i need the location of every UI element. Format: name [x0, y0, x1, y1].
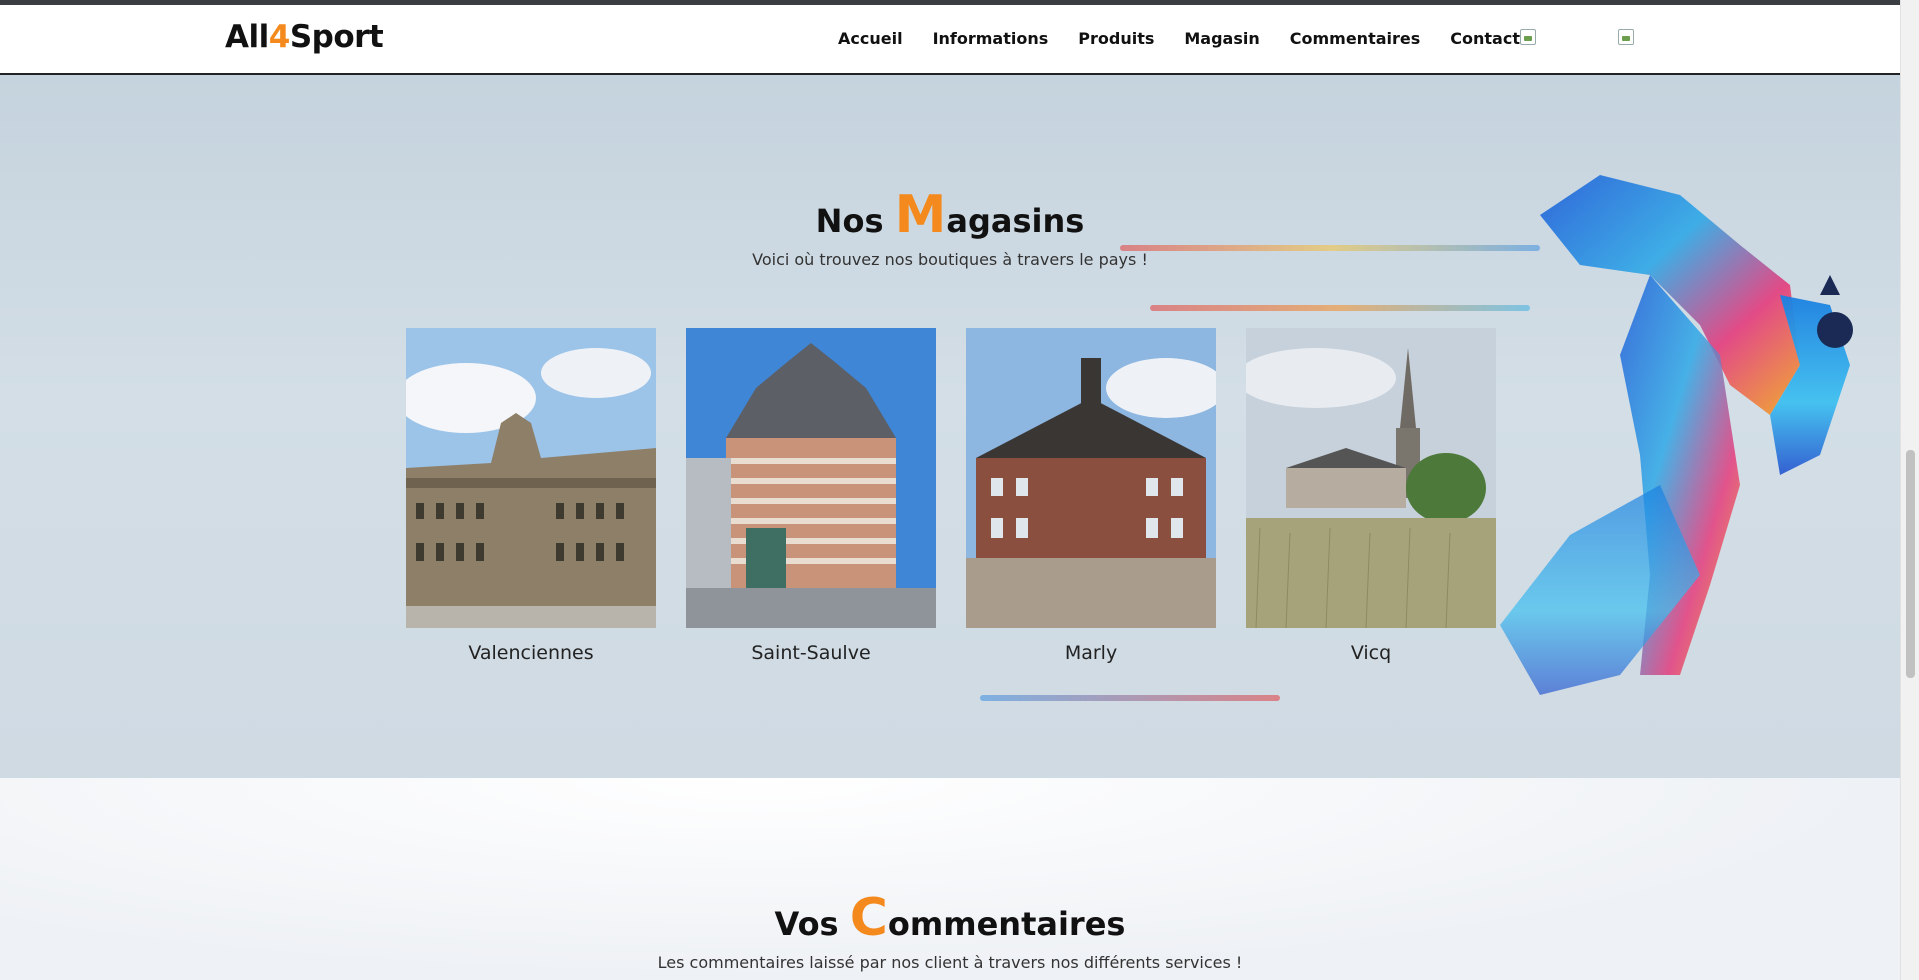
store-card-vicq[interactable]: Vicq: [1236, 328, 1496, 664]
store-name: Valenciennes: [468, 642, 594, 664]
nav-link-accueil[interactable]: Accueil: [838, 29, 903, 48]
shops-title-pre: Nos: [815, 202, 895, 240]
broken-image-icon[interactable]: [1618, 29, 1634, 45]
brand-accent: 4: [268, 19, 291, 55]
store-card-valenciennes[interactable]: Valenciennes: [396, 328, 656, 664]
brand-suffix: Sport: [289, 19, 384, 55]
broken-image-icon[interactable]: [1520, 29, 1536, 45]
brand-prefix: All: [225, 19, 269, 55]
store-photo-marly: [966, 328, 1226, 628]
main-nav: Accueil Informations Produits Magasin Co…: [838, 29, 1550, 48]
store-card-marly[interactable]: Marly: [966, 328, 1226, 664]
comments-title-rest: ommentaires: [887, 905, 1126, 943]
store-name: Saint-Saulve: [751, 642, 871, 664]
nav-link-contact[interactable]: Contact: [1450, 29, 1520, 48]
store-photo-valenciennes: [396, 328, 656, 628]
page-scrollbar[interactable]: [1900, 0, 1919, 980]
comments-title-initial: C: [849, 888, 888, 948]
shops-section: Nos Magasins Voici où trouvez nos boutiq…: [0, 75, 1900, 778]
store-photo-vicq: [1236, 328, 1496, 629]
comments-title: Vos Commentaires: [0, 888, 1900, 948]
store-photo-saint-saulve: [686, 328, 936, 628]
shops-title: Nos Magasins: [0, 185, 1900, 245]
comments-title-pre: Vos: [774, 905, 850, 943]
decorative-streak: [1150, 305, 1530, 311]
store-card-saint-saulve[interactable]: Saint-Saulve: [686, 328, 936, 664]
shops-title-rest: agasins: [946, 202, 1085, 240]
nav-link-informations[interactable]: Informations: [933, 29, 1049, 48]
scrollbar-thumb[interactable]: [1906, 450, 1915, 678]
nav-link-commentaires[interactable]: Commentaires: [1290, 29, 1421, 48]
comments-section: Vos Commentaires Les commentaires laissé…: [0, 778, 1900, 980]
store-name: Vicq: [1350, 642, 1392, 664]
comments-subtitle: Les commentaires laissé par nos client à…: [657, 953, 1243, 972]
nav-link-magasin[interactable]: Magasin: [1184, 29, 1259, 48]
shops-subtitle: Voici où trouvez nos boutiques à travers…: [752, 250, 1148, 269]
brand-logo[interactable]: All4Sport: [225, 19, 384, 55]
store-card-list: Valenciennes Saint-Saulve Marly Vicq: [396, 328, 1496, 664]
nav-link-produits[interactable]: Produits: [1078, 29, 1154, 48]
site-header: All4Sport Accueil Informations Produits …: [0, 5, 1900, 75]
shops-title-initial: M: [894, 185, 947, 245]
decorative-streak: [980, 695, 1280, 701]
store-name: Marly: [1064, 642, 1118, 664]
